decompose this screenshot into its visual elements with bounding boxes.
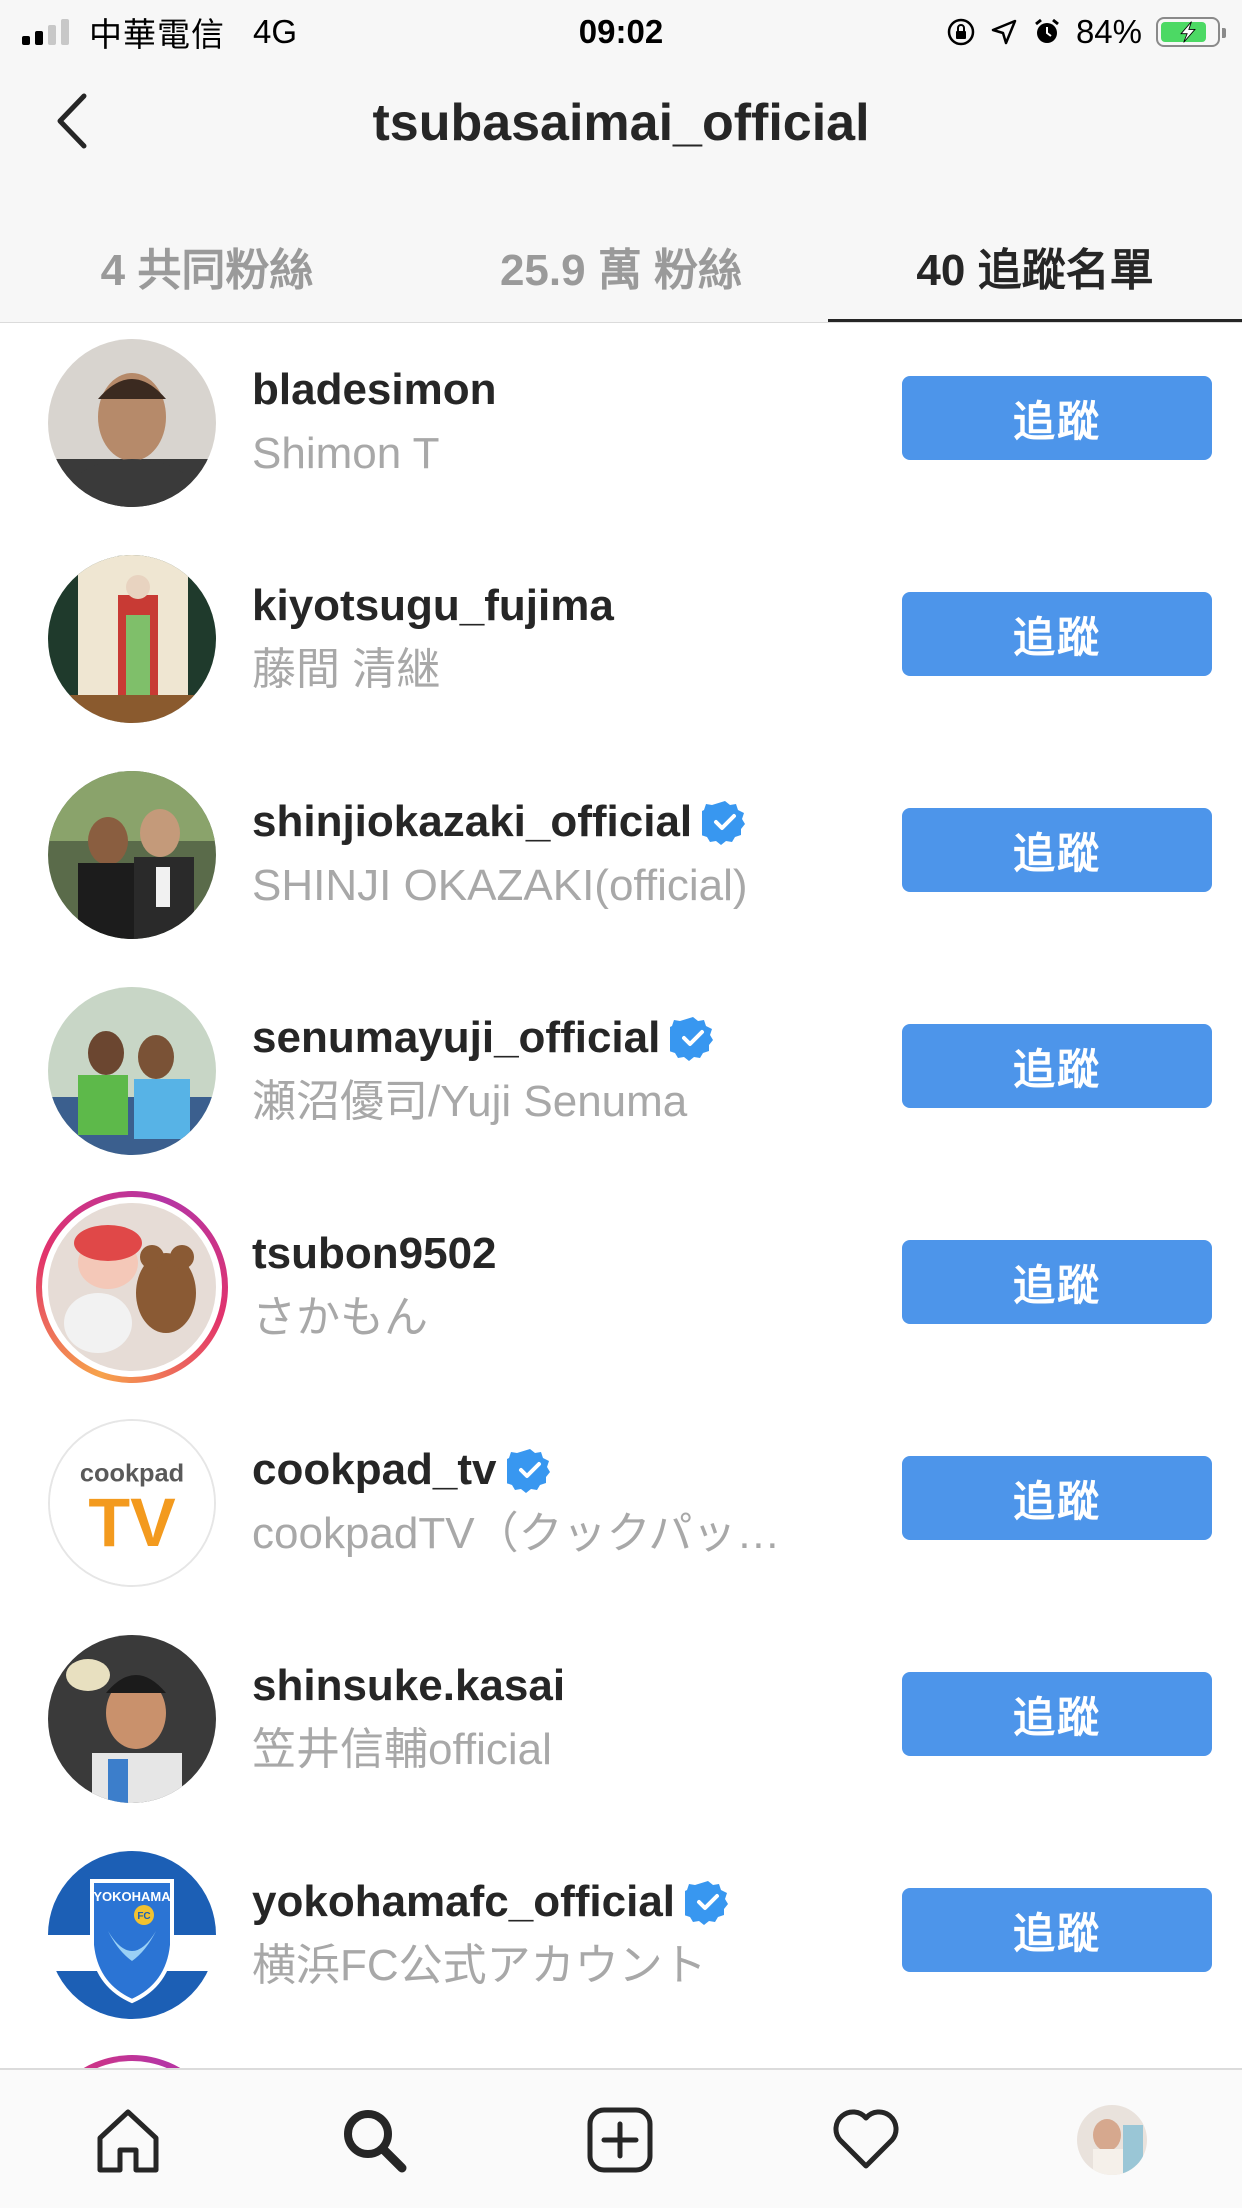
username[interactable]: shinjiokazaki_official xyxy=(252,794,842,850)
avatar[interactable] xyxy=(48,555,216,723)
user-text: senumayuji_official 瀬沼優司/Yuji Senuma xyxy=(252,1010,842,1130)
full-name: 藤間 清継 xyxy=(252,645,441,694)
full-name: cookpadTV（クックパッ… xyxy=(252,1509,781,1558)
user-text: shinsuke.kasai 笠井信輔official xyxy=(252,1658,842,1778)
following-list[interactable]: bladesimon Shimon T 追蹤 kiyotsugu_fujima … xyxy=(0,324,1242,2068)
full-name: 笠井信輔official xyxy=(252,1725,552,1774)
list-item[interactable]: cookpad TV cookpad_tv cookpadTV（クックパッ… 追… xyxy=(0,1404,1242,1620)
username[interactable]: cookpad_tv xyxy=(252,1442,842,1498)
nav-activity[interactable] xyxy=(826,2100,906,2180)
follow-button[interactable]: 追蹤 xyxy=(902,1240,1212,1324)
battery-percent: 84% xyxy=(1075,13,1142,50)
orientation-lock-icon xyxy=(947,18,975,46)
username[interactable]: shinsuke.kasai xyxy=(252,1658,842,1714)
username[interactable]: senumayuji_official xyxy=(252,1010,842,1066)
divider xyxy=(0,322,1242,323)
avatar[interactable] xyxy=(48,987,216,1155)
follow-button[interactable]: 追蹤 xyxy=(902,1456,1212,1540)
username[interactable]: bladesimon xyxy=(252,362,842,418)
follow-button[interactable]: 追蹤 xyxy=(902,376,1212,460)
verified-badge-icon xyxy=(670,1017,714,1061)
verified-badge-icon xyxy=(685,1881,729,1925)
list-item[interactable]: kiyotsugu_fujima 藤間 清継 追蹤 xyxy=(0,540,1242,756)
username[interactable]: kiyotsugu_fujima xyxy=(252,578,842,634)
follow-button[interactable]: 追蹤 xyxy=(902,1672,1212,1756)
username-text: cookpad_tv xyxy=(252,1445,497,1494)
new-post-icon xyxy=(587,2107,653,2173)
location-icon xyxy=(991,19,1017,45)
user-text: kiyotsugu_fujima 藤間 清継 xyxy=(252,578,842,698)
user-text: cookpad_tv cookpadTV（クックパッ… xyxy=(252,1442,842,1562)
story-ring[interactable] xyxy=(36,2055,228,2068)
username-text: shinsuke.kasai xyxy=(252,1661,566,1710)
username-text: bladesimon xyxy=(252,365,497,414)
username-text: senumayuji_official xyxy=(252,1013,661,1062)
avatar[interactable] xyxy=(48,771,216,939)
username-text: kiyotsugu_fujima xyxy=(252,581,614,630)
follow-button[interactable]: 追蹤 xyxy=(902,1888,1212,1972)
fc-logo-text: FC xyxy=(137,1911,150,1922)
user-text: tsubon9502 さかもん xyxy=(252,1226,842,1346)
follow-tabs: 4 共同粉絲 25.9 萬 粉絲 40 追蹤名單 xyxy=(0,210,1242,322)
alarm-icon xyxy=(1035,18,1059,43)
battery-charging-icon xyxy=(1156,17,1226,47)
bottom-nav xyxy=(0,2068,1242,2208)
username-text: shinjiokazaki_official xyxy=(252,797,693,846)
user-text: bladesimon Shimon T xyxy=(252,362,842,482)
tab-following[interactable]: 40 追蹤名單 xyxy=(828,210,1242,322)
nav-home[interactable] xyxy=(88,2100,168,2180)
profile-avatar xyxy=(1077,2105,1147,2175)
avatar[interactable]: cookpad TV xyxy=(48,1419,216,1587)
status-right: 84% xyxy=(946,10,1226,54)
list-item[interactable] xyxy=(0,2052,1242,2068)
cookpad-logo-text: cookpad xyxy=(80,1460,184,1488)
nav-new-post[interactable] xyxy=(580,2100,660,2180)
nav-search[interactable] xyxy=(334,2100,414,2180)
full-name: SHINJI OKAZAKI(official) xyxy=(252,861,748,910)
avatar[interactable] xyxy=(48,1635,216,1803)
username[interactable]: yokohamafc_official xyxy=(252,1874,842,1930)
avatar[interactable]: YOKOHAMA FC xyxy=(48,1851,216,2019)
status-bar: 中華電信 4G 09:02 84% xyxy=(0,0,1242,62)
verified-badge-icon xyxy=(702,801,746,845)
user-text: yokohamafc_official 横浜FC公式アカウント xyxy=(252,1874,842,1994)
tab-followers[interactable]: 25.9 萬 粉絲 xyxy=(414,210,828,322)
full-name: 横浜FC公式アカウント xyxy=(252,1941,707,1990)
avatar[interactable] xyxy=(48,339,216,507)
list-item[interactable]: shinsuke.kasai 笠井信輔official 追蹤 xyxy=(0,1620,1242,1836)
list-item[interactable]: YOKOHAMA FC yokohamafc_official 横浜FC公式アカ… xyxy=(0,1836,1242,2052)
activity-heart-icon xyxy=(833,2109,899,2169)
list-item[interactable]: bladesimon Shimon T 追蹤 xyxy=(0,324,1242,540)
list-item[interactable]: tsubon9502 さかもん 追蹤 xyxy=(0,1188,1242,1404)
list-item[interactable]: shinjiokazaki_official SHINJI OKAZAKI(of… xyxy=(0,756,1242,972)
yokohama-logo-text: YOKOHAMA xyxy=(93,1889,171,1904)
home-icon xyxy=(97,2109,159,2173)
username[interactable]: tsubon9502 xyxy=(252,1226,842,1282)
tv-logo-text: TV xyxy=(88,1485,176,1561)
follow-button[interactable]: 追蹤 xyxy=(902,808,1212,892)
follow-button[interactable]: 追蹤 xyxy=(902,1024,1212,1108)
username-text: tsubon9502 xyxy=(252,1229,497,1278)
full-name: さかもん xyxy=(252,1293,428,1342)
nav-profile[interactable] xyxy=(1072,2100,1152,2180)
avatar[interactable] xyxy=(48,1203,216,1371)
list-item[interactable]: senumayuji_official 瀬沼優司/Yuji Senuma 追蹤 xyxy=(0,972,1242,1188)
verified-badge-icon xyxy=(506,1449,550,1493)
search-icon xyxy=(344,2110,407,2173)
follow-button[interactable]: 追蹤 xyxy=(902,592,1212,676)
full-name: Shimon T xyxy=(252,429,440,478)
tab-mutual-followers[interactable]: 4 共同粉絲 xyxy=(0,210,414,322)
user-text: shinjiokazaki_official SHINJI OKAZAKI(of… xyxy=(252,794,842,914)
username-text: yokohamafc_official xyxy=(252,1877,676,1926)
page-title: tsubasaimai_official xyxy=(372,94,870,152)
full-name: 瀬沼優司/Yuji Senuma xyxy=(252,1077,688,1126)
